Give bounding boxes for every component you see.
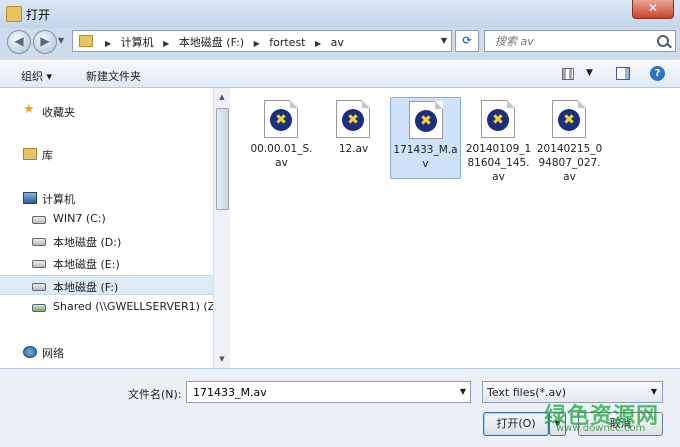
star-icon: ★: [23, 102, 35, 117]
sidebar-item-label: WIN7 (C:): [53, 212, 106, 225]
sidebar-item-drive-d[interactable]: 本地磁盘 (D:): [0, 231, 213, 251]
breadcrumb-drive-f[interactable]: 本地磁盘 (F:): [179, 36, 244, 49]
network-drive-icon: [32, 304, 46, 312]
sidebar-item-libraries[interactable]: 库: [0, 144, 213, 164]
chevron-right-icon[interactable]: ▶: [315, 39, 321, 48]
system-drive-icon: [32, 216, 46, 224]
drive-icon: [32, 238, 46, 246]
chevron-up-icon[interactable]: ▲: [214, 90, 230, 104]
file-name: 171433_M.av: [393, 144, 458, 170]
breadcrumb-fortest[interactable]: fortest: [269, 36, 305, 49]
computer-icon: [23, 192, 37, 204]
help-icon[interactable]: ?: [650, 66, 665, 81]
folder-icon: [79, 35, 93, 47]
sidebar-item-label: 本地磁盘 (D:): [53, 236, 122, 249]
chevron-down-icon[interactable]: ▼: [460, 387, 466, 396]
sidebar-item-drive-c[interactable]: WIN7 (C:): [0, 209, 213, 229]
watermark-url: www.downcc.com: [556, 423, 646, 434]
sidebar-item-computer[interactable]: 计算机: [0, 188, 213, 208]
title-bar: 打开 ✕: [0, 0, 680, 28]
library-icon: [23, 148, 37, 160]
file-item[interactable]: 12.av: [320, 97, 387, 179]
file-name: 20140215_094807_027.av: [536, 143, 603, 183]
filename-combobox[interactable]: ▼: [186, 381, 471, 403]
sidebar-item-label: Shared (\\GWELLSERVER1) (Z: [53, 300, 213, 313]
chevron-down-icon[interactable]: ▼: [214, 352, 230, 366]
open-button[interactable]: 打开(O): [483, 412, 549, 436]
refresh-button[interactable]: ⟳: [455, 30, 479, 52]
file-name: 20140109_181604_145.av: [465, 143, 532, 183]
sidebar-item-drive-e[interactable]: 本地磁盘 (E:): [0, 253, 213, 273]
drive-icon: [32, 283, 46, 291]
breadcrumb: ▶ 计算机 ▶ 本地磁盘 (F:) ▶ fortest ▶ av: [99, 34, 344, 50]
address-bar[interactable]: ▶ 计算机 ▶ 本地磁盘 (F:) ▶ fortest ▶ av ▼: [72, 30, 452, 52]
sidebar-item-shared[interactable]: Shared (\\GWELLSERVER1) (Z: [0, 297, 213, 317]
file-item-selected[interactable]: 171433_M.av: [390, 97, 461, 179]
media-file-icon: [409, 101, 443, 139]
search-box[interactable]: [484, 30, 676, 52]
breadcrumb-av[interactable]: av: [331, 36, 344, 49]
back-button[interactable]: ◀: [7, 30, 31, 54]
drive-icon: [32, 260, 46, 268]
sidebar-item-label: 本地磁盘 (F:): [53, 281, 119, 294]
folder-icon: [6, 6, 22, 22]
filename-label: 文件名(N):: [128, 388, 182, 401]
new-folder-button[interactable]: 新建文件夹: [86, 68, 141, 84]
navigation-pane: ★ 收藏夹 库 计算机 WIN7 (C:) 本地磁盘 (D:) 本地磁盘 (E:…: [0, 88, 213, 368]
file-item[interactable]: 00.00.01_S.av: [248, 97, 315, 179]
file-item[interactable]: 20140109_181604_145.av: [465, 97, 532, 183]
sidebar-scrollbar[interactable]: ▲ ▼: [213, 88, 230, 368]
sidebar-item-label: 网络: [42, 347, 64, 360]
history-dropdown-icon[interactable]: ▼: [58, 36, 64, 45]
forward-button[interactable]: ▶: [33, 30, 57, 54]
search-input[interactable]: [493, 34, 657, 49]
navigation-bar: ◀ ▶ ▼ ▶ 计算机 ▶ 本地磁盘 (F:) ▶ fortest ▶ av ▼…: [0, 28, 680, 56]
media-file-icon: [552, 100, 586, 138]
file-name: 12.av: [338, 143, 369, 155]
command-toolbar: 组织 ▾ 新建文件夹 ▼ ?: [0, 60, 680, 88]
chevron-down-icon[interactable]: ▼: [441, 36, 447, 45]
sidebar-item-label: 本地磁盘 (E:): [53, 258, 120, 271]
sidebar-item-label: 库: [42, 149, 53, 162]
chevron-right-icon[interactable]: ▶: [163, 39, 169, 48]
sidebar-item-network[interactable]: 网络: [0, 342, 213, 362]
media-file-icon: [481, 100, 515, 138]
scrollbar-thumb[interactable]: [216, 108, 229, 210]
organize-menu[interactable]: 组织 ▾: [21, 68, 52, 84]
sidebar-item-label: 计算机: [42, 193, 75, 206]
preview-pane-icon[interactable]: [616, 67, 630, 80]
media-file-icon: [264, 100, 298, 138]
chevron-down-icon[interactable]: ▼: [651, 387, 657, 396]
file-list: 00.00.01_S.av 12.av 171433_M.av 20140109…: [230, 88, 680, 368]
window-title: 打开: [26, 8, 51, 22]
view-options-icon[interactable]: [562, 68, 574, 80]
search-icon[interactable]: [657, 35, 669, 47]
chevron-down-icon[interactable]: ▼: [586, 68, 593, 78]
chevron-right-icon[interactable]: ▶: [105, 39, 111, 48]
network-icon: [23, 346, 37, 358]
file-name: 00.00.01_S.av: [250, 143, 313, 169]
sidebar-item-favorites[interactable]: ★ 收藏夹: [0, 101, 213, 121]
filename-input[interactable]: [191, 385, 445, 400]
media-file-icon: [336, 100, 370, 138]
sidebar-item-label: 收藏夹: [42, 106, 75, 119]
breadcrumb-computer[interactable]: 计算机: [121, 36, 154, 49]
sidebar-item-drive-f[interactable]: 本地磁盘 (F:): [0, 275, 213, 295]
close-button[interactable]: ✕: [632, 0, 674, 19]
chevron-right-icon[interactable]: ▶: [254, 39, 260, 48]
file-item[interactable]: 20140215_094807_027.av: [536, 97, 603, 183]
